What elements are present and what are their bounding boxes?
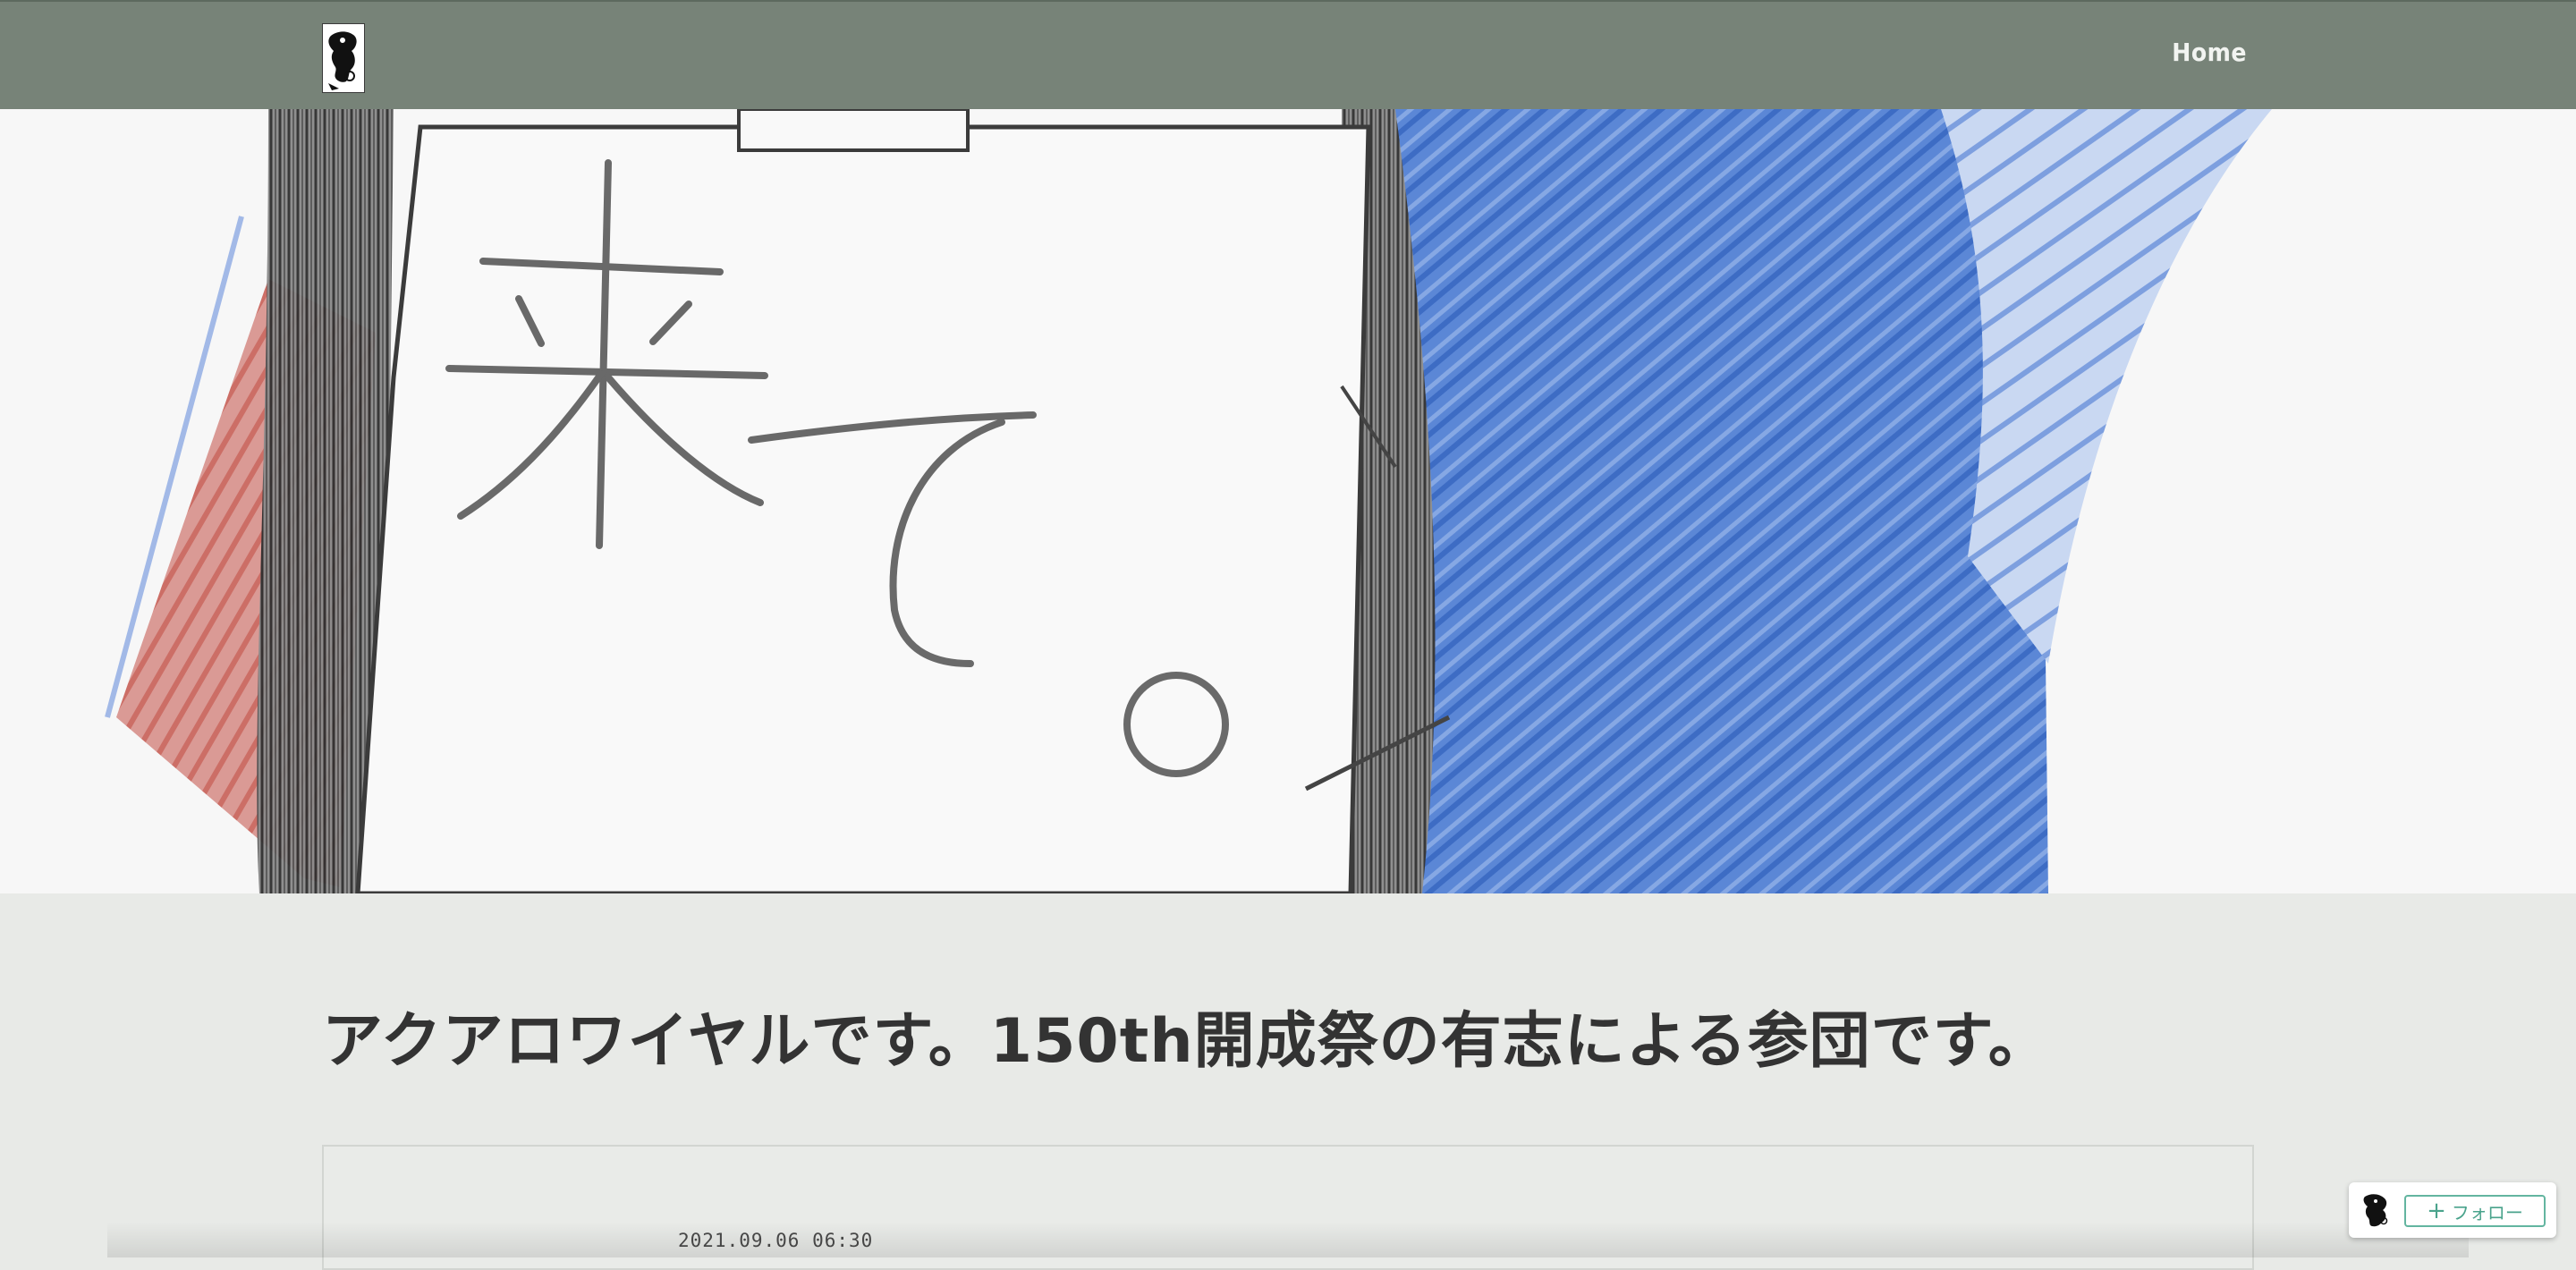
site-header: Home — [0, 0, 2576, 109]
follow-button-label: フォロー — [2452, 1198, 2523, 1224]
plus-icon: + — [2427, 1199, 2446, 1223]
shachi-logo-icon — [323, 24, 364, 92]
hero-image — [0, 109, 2576, 893]
post-date: 2021.09.06 06:30 — [678, 1230, 873, 1251]
site-logo[interactable] — [322, 23, 365, 93]
nav-home-link[interactable]: Home — [2172, 38, 2247, 67]
follow-button[interactable]: + フォロー — [2404, 1195, 2546, 1227]
crayon-drawing — [0, 109, 2576, 893]
article-card — [322, 1145, 2254, 1270]
follow-widget: + フォロー — [2349, 1182, 2556, 1238]
article-title: アクアロワイヤルです。150th開成祭の有志による参団です。 — [322, 991, 2050, 1080]
shachi-avatar-icon — [2360, 1191, 2395, 1229]
